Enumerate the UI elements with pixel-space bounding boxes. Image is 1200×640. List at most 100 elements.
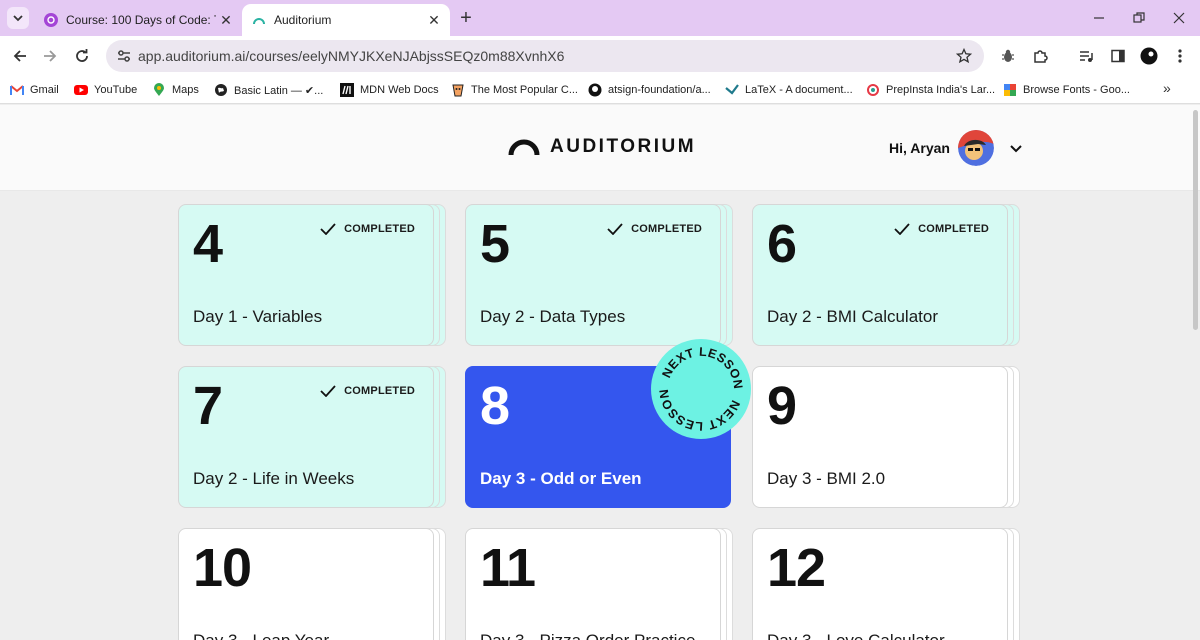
lesson-number: 12 <box>767 538 826 598</box>
chevron-down-icon[interactable] <box>1008 141 1024 157</box>
bookmark-label: atsign-foundation/a... <box>608 84 711 96</box>
bookmark-fonts[interactable]: Browse Fonts - Goo... <box>1003 81 1130 99</box>
next-lesson-badge[interactable]: NEXT LESSON NEXT LESSON <box>650 338 752 440</box>
close-tab-icon[interactable]: ✕ <box>424 10 444 30</box>
lesson-title: Day 2 - BMI Calculator <box>767 307 938 326</box>
bookmark-maps[interactable]: Maps <box>152 81 199 99</box>
lesson-card-10[interactable]: 10 Day 3 - Leap Year <box>178 528 446 640</box>
lesson-card-4[interactable]: 4 COMPLETED Day 1 - Variables <box>178 204 446 346</box>
lesson-card-11[interactable]: 11 Day 3 - Pizza Order Practice <box>465 528 733 640</box>
lesson-card-face[interactable]: 7 COMPLETED Day 2 - Life in Weeks <box>178 366 434 508</box>
extensions-puzzle-icon[interactable] <box>1030 46 1050 66</box>
chevron-down-icon <box>13 15 23 22</box>
completed-badge: COMPLETED <box>320 385 415 397</box>
side-panel-icon[interactable] <box>1108 46 1128 66</box>
maps-icon <box>152 83 166 97</box>
bookmark-label: Browse Fonts - Goo... <box>1023 84 1130 96</box>
lesson-card-face[interactable]: 10 Day 3 - Leap Year <box>178 528 434 640</box>
youtube-icon <box>74 83 88 97</box>
bookmark-most-popular[interactable]: The Most Popular C... <box>451 81 578 99</box>
lesson-card-face[interactable]: 5 COMPLETED Day 2 - Data Types <box>465 204 721 346</box>
lesson-number: 10 <box>193 538 252 598</box>
lesson-title: Day 3 - Pizza Order Practice <box>480 631 695 640</box>
close-icon <box>1173 12 1185 24</box>
tab-title: Course: 100 Days of Code: The <box>66 13 216 27</box>
completed-badge: COMPLETED <box>607 223 702 235</box>
lesson-card-face[interactable]: 11 Day 3 - Pizza Order Practice <box>465 528 721 640</box>
more-bookmarks-icon[interactable]: » <box>1163 80 1171 96</box>
lesson-number: 11 <box>480 538 536 598</box>
completed-badge: COMPLETED <box>320 223 415 235</box>
auditorium-favicon <box>252 13 266 27</box>
browser-toolbar: app.auditorium.ai/courses/eelyNMYJKXeNJA… <box>0 36 1200 76</box>
page-scrollbar[interactable] <box>1193 110 1198 330</box>
lesson-title: Day 3 - BMI 2.0 <box>767 469 886 488</box>
github-icon <box>588 83 602 97</box>
bookmark-prepinsta[interactable]: PrepInsta India's Lar... <box>866 81 995 99</box>
bookmarks-bar: Gmail YouTube Maps Basic Latin — ✔... MD… <box>0 76 1200 104</box>
close-tab-icon[interactable]: ✕ <box>216 10 236 30</box>
profile-icon[interactable] <box>1139 46 1159 66</box>
lesson-card-face[interactable]: 6 COMPLETED Day 2 - BMI Calculator <box>752 204 1008 346</box>
lesson-card-5[interactable]: 5 COMPLETED Day 2 - Data Types <box>465 204 733 346</box>
media-control-icon[interactable] <box>1076 46 1096 66</box>
gmail-icon <box>10 83 24 97</box>
lesson-card-12[interactable]: 12 Day 3 - Love Calculator <box>752 528 1020 640</box>
bookmark-label: LaTeX - A document... <box>745 84 853 96</box>
tab-search-button[interactable] <box>7 7 29 29</box>
lesson-number: 9 <box>767 376 797 436</box>
bookmark-gmail[interactable]: Gmail <box>10 81 59 99</box>
back-button[interactable] <box>6 42 34 70</box>
lesson-title: Day 1 - Variables <box>193 307 323 326</box>
mdn-icon <box>340 83 354 97</box>
lesson-title: Day 3 - Love Calculator <box>767 631 945 640</box>
tab-auditorium[interactable]: Auditorium ✕ <box>242 4 450 36</box>
reload-icon <box>76 49 88 62</box>
site-info-icon[interactable] <box>114 46 134 66</box>
reload-button[interactable] <box>68 42 96 70</box>
bookmark-label: Gmail <box>30 84 59 96</box>
lesson-card-7[interactable]: 7 COMPLETED Day 2 - Life in Weeks <box>178 366 446 508</box>
lesson-card-face[interactable]: 4 COMPLETED Day 1 - Variables <box>178 204 434 346</box>
bookmark-latex[interactable]: LaTeX - A document... <box>725 81 853 99</box>
bookmark-label: Maps <box>172 84 199 96</box>
lesson-card-6[interactable]: 6 COMPLETED Day 2 - BMI Calculator <box>752 204 1020 346</box>
lesson-card-face[interactable]: 9 Day 3 - BMI 2.0 <box>752 366 1008 508</box>
lesson-grid: 4 COMPLETED Day 1 - Variables 5 COMPLETE… <box>0 192 1200 640</box>
close-window-button[interactable] <box>1158 4 1200 32</box>
tab-strip: Course: 100 Days of Code: The ✕ Auditori… <box>0 0 1200 36</box>
url-text[interactable]: app.auditorium.ai/courses/eelyNMYJKXeNJA… <box>138 48 564 64</box>
forward-button[interactable] <box>36 42 64 70</box>
lesson-number: 4 <box>193 214 223 274</box>
lesson-number: 8 <box>480 376 510 436</box>
bookmark-youtube[interactable]: YouTube <box>74 81 137 99</box>
cup-icon <box>451 83 465 97</box>
new-tab-button[interactable]: + <box>455 7 477 29</box>
arrow-left-icon <box>13 50 26 62</box>
bookmark-star-icon[interactable] <box>954 46 974 66</box>
latex-icon <box>725 83 739 97</box>
bookmark-basic-latin[interactable]: Basic Latin — ✔... <box>214 81 323 99</box>
bookmark-github[interactable]: atsign-foundation/a... <box>588 81 711 99</box>
arch-logo-icon <box>508 139 540 156</box>
restore-button[interactable] <box>1118 4 1160 32</box>
lesson-title: Day 3 - Leap Year <box>193 631 329 640</box>
extension-bug-icon[interactable] <box>998 46 1018 66</box>
site-header: AUDITORIUM Hi, Aryan <box>0 105 1200 191</box>
auditorium-logo[interactable]: AUDITORIUM <box>508 136 696 158</box>
avatar[interactable] <box>958 130 994 166</box>
tab-course[interactable]: Course: 100 Days of Code: The ✕ <box>34 4 242 36</box>
lesson-number: 6 <box>767 214 797 274</box>
brand-name: AUDITORIUM <box>550 136 697 157</box>
address-bar[interactable]: app.auditorium.ai/courses/eelyNMYJKXeNJA… <box>106 40 984 72</box>
course-favicon <box>44 13 58 27</box>
prepinsta-icon <box>866 83 880 97</box>
lesson-card-9[interactable]: 9 Day 3 - BMI 2.0 <box>752 366 1020 508</box>
minimize-button[interactable] <box>1078 4 1120 32</box>
check-icon <box>894 223 910 235</box>
bookmark-label: MDN Web Docs <box>360 84 439 96</box>
bookmark-mdn[interactable]: MDN Web Docs <box>340 81 439 99</box>
bookmark-label: PrepInsta India's Lar... <box>886 84 996 96</box>
lesson-card-face[interactable]: 12 Day 3 - Love Calculator <box>752 528 1008 640</box>
more-menu-icon[interactable] <box>1170 46 1190 66</box>
